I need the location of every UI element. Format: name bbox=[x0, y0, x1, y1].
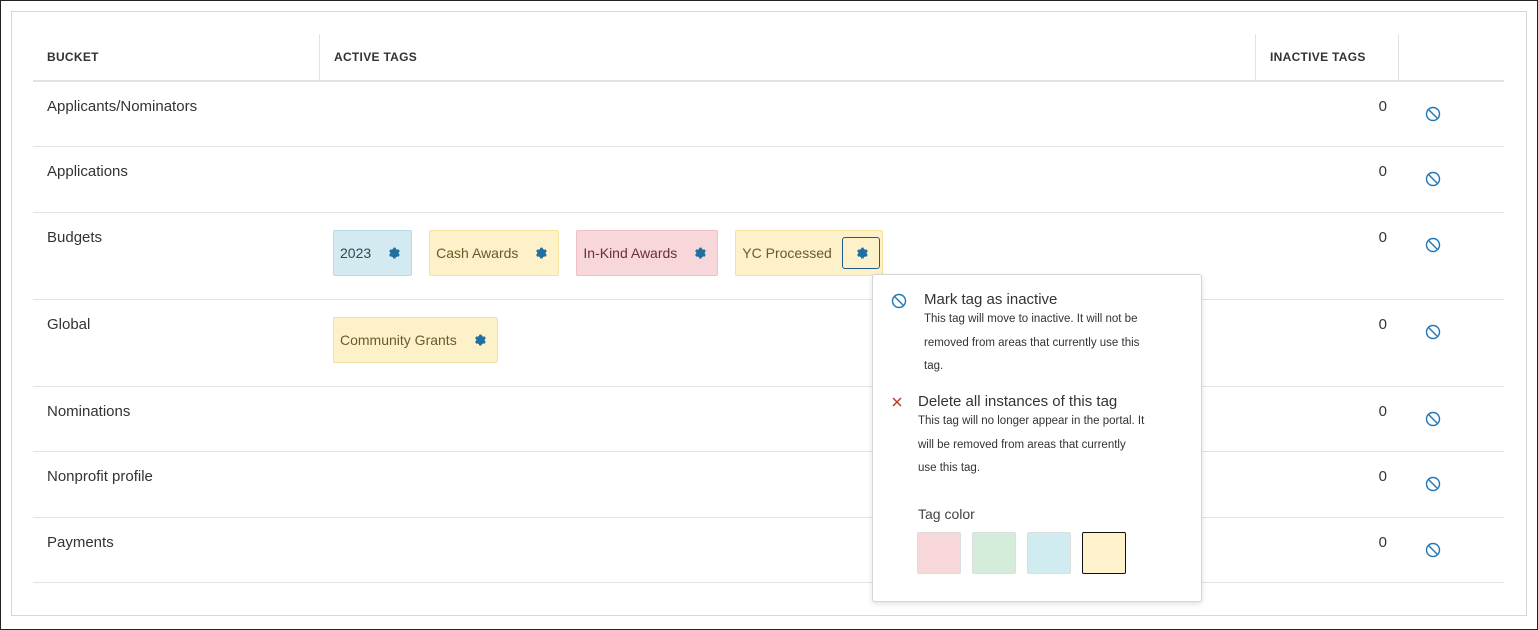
tag-label: In-Kind Awards bbox=[583, 245, 678, 261]
gear-icon[interactable] bbox=[381, 241, 405, 265]
inactive-tags-count: 0 bbox=[1378, 163, 1387, 180]
gear-icon[interactable] bbox=[528, 241, 552, 265]
tag-options-popover: Mark tag as inactive This tag will move … bbox=[872, 274, 1202, 602]
table-body: Applicants/Nominators 0 Applications 0 Budge… bbox=[33, 82, 1504, 583]
header-bucket: BUCKET bbox=[47, 50, 99, 64]
mark-inactive-desc-line: This tag will move to inactive. It will … bbox=[924, 313, 1138, 325]
delete-tag-desc-line: will be removed from areas that currentl… bbox=[918, 438, 1126, 451]
ban-icon[interactable] bbox=[1425, 237, 1441, 253]
bucket-name: Applications bbox=[47, 163, 128, 180]
ban-icon bbox=[891, 293, 907, 314]
color-swatch-blue[interactable] bbox=[1027, 532, 1071, 574]
bucket-name: Nonprofit profile bbox=[47, 468, 153, 485]
mark-inactive-title: Mark tag as inactive bbox=[924, 291, 1058, 308]
mark-inactive-desc: This tag will move to inactive. It will … bbox=[924, 308, 1139, 379]
tag-chip: Cash Awards bbox=[429, 230, 560, 276]
tag-color-label: Tag color bbox=[918, 506, 975, 522]
delete-tag-title: Delete all instances of this tag bbox=[918, 393, 1118, 410]
header-active-tags: ACTIVE TAGS bbox=[319, 34, 1255, 80]
tag-label: Community Grants bbox=[340, 332, 457, 348]
table-row: Nonprofit profile 0 bbox=[33, 452, 1504, 518]
tag-chip: In-Kind Awards bbox=[576, 230, 719, 276]
header-actions bbox=[1398, 34, 1504, 80]
mark-inactive-desc-line: removed from areas that currently use th… bbox=[924, 336, 1140, 349]
table-row: Applications 0 bbox=[33, 147, 1504, 213]
ban-icon[interactable] bbox=[1425, 106, 1441, 122]
tag-label: 2023 bbox=[340, 245, 372, 261]
table-row: Nominations 0 bbox=[33, 387, 1504, 452]
tag-color-swatches bbox=[917, 532, 1137, 574]
mark-inactive-desc-line: tag. bbox=[924, 360, 944, 372]
header-inactive-tags: INACTIVE TAGS bbox=[1255, 34, 1398, 80]
gear-icon[interactable] bbox=[467, 328, 491, 352]
tag-chip: YC Processed bbox=[735, 230, 883, 276]
bucket-name: Applicants/Nominators bbox=[47, 98, 198, 115]
ban-icon[interactable] bbox=[1425, 542, 1441, 558]
gear-icon[interactable] bbox=[841, 237, 880, 269]
ban-icon[interactable] bbox=[1425, 476, 1441, 492]
inactive-tags-count: 0 bbox=[1378, 98, 1387, 115]
inactive-tags-count: 0 bbox=[1378, 534, 1387, 551]
close-icon bbox=[891, 395, 903, 413]
gear-icon[interactable] bbox=[687, 241, 711, 265]
tag-chip: Community Grants bbox=[333, 317, 498, 363]
bucket-name: Global bbox=[47, 316, 91, 333]
inactive-tags-count: 0 bbox=[1378, 403, 1387, 420]
inactive-tags-count: 0 bbox=[1378, 316, 1387, 333]
ban-icon[interactable] bbox=[1425, 411, 1441, 427]
inactive-tags-count: 0 bbox=[1378, 468, 1387, 485]
table-row: Applicants/Nominators 0 bbox=[33, 82, 1504, 147]
color-swatch-pink[interactable] bbox=[917, 532, 961, 574]
color-swatch-yellow[interactable] bbox=[1082, 532, 1126, 574]
tag-chip: 2023 bbox=[333, 230, 413, 276]
table-row: Global Community Grants 0 bbox=[33, 300, 1504, 387]
table-header: BUCKET ACTIVE TAGS INACTIVE TAGS bbox=[33, 34, 1504, 82]
ban-icon[interactable] bbox=[1425, 324, 1441, 340]
delete-tag-desc: This tag will no longer appear in the po… bbox=[918, 410, 1144, 481]
color-swatch-green[interactable] bbox=[972, 532, 1016, 574]
delete-tag-desc-line: This tag will no longer appear in the po… bbox=[918, 415, 1145, 427]
bucket-name: Payments bbox=[47, 534, 114, 551]
delete-tag-desc-line: use this tag. bbox=[918, 462, 981, 474]
table-row: Payments 0 bbox=[33, 518, 1504, 583]
tag-label: YC Processed bbox=[742, 245, 832, 261]
tag-label: Cash Awards bbox=[436, 245, 519, 261]
bucket-name: Budgets bbox=[47, 229, 103, 246]
active-tags-list: 2023 Cash Awards In-Kind Awards YC Processe… bbox=[333, 230, 900, 276]
ban-icon[interactable] bbox=[1425, 171, 1441, 187]
table-row: Budgets 2023 Cash Awards In-Kind Awards YC P… bbox=[33, 213, 1504, 300]
bucket-name: Nominations bbox=[47, 403, 131, 420]
inactive-tags-count: 0 bbox=[1378, 229, 1387, 246]
tags-table: BUCKET ACTIVE TAGS INACTIVE TAGS Applica… bbox=[33, 34, 1504, 583]
active-tags-list: Community Grants bbox=[333, 317, 515, 363]
